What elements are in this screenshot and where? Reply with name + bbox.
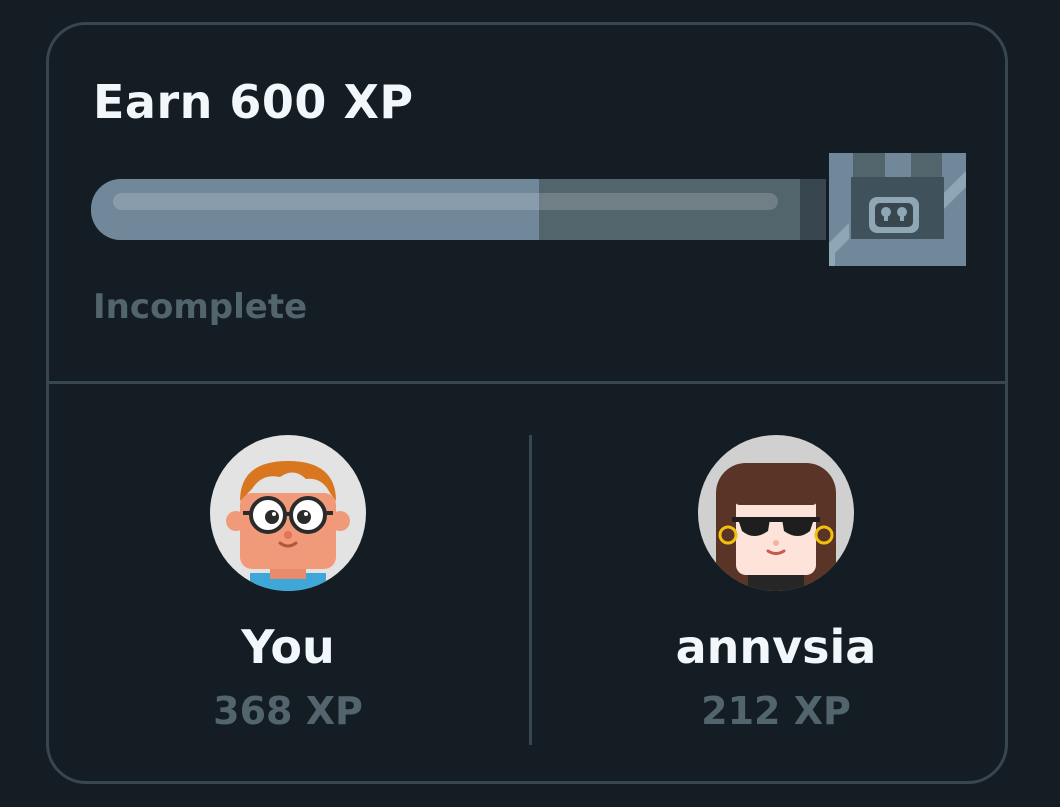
player-name: You — [241, 620, 335, 674]
player-name: annvsia — [675, 620, 877, 674]
chest-icon — [829, 153, 966, 266]
player-xp: 368 XP — [213, 689, 363, 733]
player-you[interactable]: You 368 XP — [153, 435, 423, 733]
section-divider — [49, 381, 1005, 384]
players-divider — [529, 435, 532, 745]
progress-shine — [113, 193, 778, 210]
player-xp: 212 XP — [701, 689, 851, 733]
quest-title: Earn 600 XP — [93, 75, 414, 129]
avatar-glasses-boy-icon — [210, 435, 366, 591]
avatar-sunglasses-girl-icon — [698, 435, 854, 591]
player-annvsia[interactable]: annvsia 212 XP — [641, 435, 911, 733]
friends-quest-card: Earn 600 XP Incomplete You 368 XP annvsi… — [46, 22, 1008, 784]
progress-bar-end — [800, 179, 826, 240]
quest-status: Incomplete — [93, 287, 308, 327]
quest-progress-bar — [91, 179, 826, 240]
